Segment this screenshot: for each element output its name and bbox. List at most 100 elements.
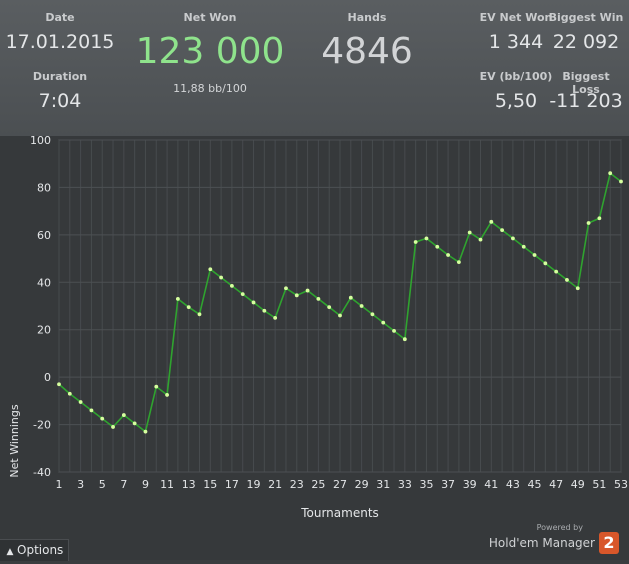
data-point	[165, 393, 169, 397]
y-tick-label: 0	[44, 371, 51, 384]
data-point	[305, 288, 310, 293]
data-point	[554, 269, 559, 274]
data-point	[532, 253, 537, 257]
data-point	[208, 267, 213, 272]
data-point	[327, 305, 332, 310]
x-tick-label: 17	[225, 478, 239, 491]
data-point	[154, 384, 159, 389]
x-tick-label: 47	[549, 478, 563, 491]
x-tick-label: 31	[376, 478, 390, 491]
x-tick-label: 1	[56, 478, 63, 491]
y-axis-title: Net Winnings	[8, 404, 21, 477]
data-point	[57, 382, 61, 387]
x-tick-label: 27	[333, 478, 347, 491]
data-point	[67, 391, 72, 396]
data-point	[543, 261, 548, 266]
data-point	[359, 304, 364, 308]
y-tick-label: 40	[37, 276, 51, 289]
data-point	[348, 295, 353, 300]
date-label: Date	[45, 11, 75, 24]
data-point	[251, 300, 256, 305]
x-tick-label: 41	[484, 478, 498, 491]
data-point	[478, 237, 483, 242]
x-axis-title: Tournaments	[300, 506, 379, 520]
x-tick-label: 35	[419, 478, 433, 491]
x-tick-label: 5	[99, 478, 106, 491]
data-point	[121, 413, 126, 417]
x-tick-label: 33	[398, 478, 412, 491]
x-tick-label: 45	[528, 478, 542, 491]
data-point	[197, 312, 202, 317]
ev-bb100-value: 5,50	[494, 90, 538, 112]
y-axis-ticks: -40 -20 0 20 40 60 80 100	[30, 134, 51, 479]
duration-value: 7:04	[38, 90, 82, 112]
x-tick-label: 9	[142, 478, 149, 491]
data-point	[273, 315, 278, 320]
data-point	[338, 313, 342, 318]
net-winnings-chart: -40-20020406080100 1 3 5 7 9 11 13 15 17 19 21 23 25…	[8, 134, 629, 520]
date-value: 17.01.2015	[5, 31, 115, 53]
biggest-win-value: 22 092	[552, 31, 620, 53]
data-point	[424, 236, 429, 241]
data-point	[100, 416, 105, 421]
data-point	[240, 292, 245, 297]
biggest-win-label: Biggest Win	[548, 11, 624, 24]
x-tick-label: 49	[571, 478, 585, 491]
x-tick-label: 23	[290, 478, 304, 491]
data-point	[219, 275, 224, 280]
x-tick-label: 53	[614, 478, 628, 491]
data-point	[608, 171, 613, 176]
ev-net-won-value: 1 344	[488, 31, 544, 53]
data-point	[230, 283, 234, 288]
x-tick-label: 15	[203, 478, 217, 491]
data-point	[78, 400, 83, 404]
brand-name: Hold'em Manager	[488, 536, 595, 550]
data-point	[132, 421, 137, 426]
data-point	[370, 312, 375, 317]
x-tick-label: 51	[592, 478, 606, 491]
x-tick-label: 37	[441, 478, 455, 491]
y-tick-label: 20	[37, 324, 51, 337]
brand-logo: Powered by Hold'em Manager 2	[489, 523, 619, 554]
ev-bb100-label: EV (bb/100)	[479, 70, 553, 83]
y-tick-label: 80	[37, 181, 51, 194]
data-point	[435, 244, 440, 249]
y-tick-label: -40	[33, 466, 51, 479]
data-point	[316, 296, 321, 301]
data-point	[597, 216, 602, 221]
chart-area: -40 -20 0 20 40 60 80 100 1 3 5 7 9 11 13 15 17 19 21 23 25…	[0, 134, 629, 560]
powered-by-text: Powered by	[536, 523, 583, 532]
x-axis-ticks: 1 3 5 7 9 11 13 15 17 19 21 23 25 27 29 31 33 35 37 39 41 43 4…	[56, 478, 629, 491]
y-tick-label: 100	[30, 136, 51, 147]
stats-panel: Date 17.01.2015 Duration 7:04 Net Won 12…	[0, 0, 629, 136]
data-point	[175, 296, 180, 301]
data-point	[186, 305, 191, 310]
x-tick-label: 7	[120, 478, 127, 491]
net-won-value: 123 000	[135, 31, 285, 72]
options-label: Options	[17, 543, 64, 557]
x-tick-label: 13	[182, 478, 196, 491]
data-point	[500, 228, 505, 233]
data-point	[565, 278, 569, 282]
hands-value: 4846	[321, 31, 413, 72]
data-point	[489, 219, 494, 224]
x-tick-label: 19	[247, 478, 261, 491]
net-won-bb100: 11,88 bb/100	[173, 82, 247, 95]
ev-net-won-label: EV Net Won	[479, 11, 553, 24]
brand-version-badge: 2	[599, 532, 619, 554]
data-point	[586, 221, 591, 225]
x-tick-label: 39	[463, 478, 477, 491]
data-point	[381, 320, 386, 325]
y-tick-label: -20	[33, 419, 51, 432]
data-point	[294, 293, 299, 298]
data-point	[413, 240, 418, 244]
options-button[interactable]: ▲ Options	[0, 539, 69, 561]
chart-grid	[58, 139, 622, 473]
data-point	[619, 179, 623, 184]
data-point	[456, 260, 461, 265]
data-point	[143, 429, 148, 434]
x-tick-label: 3	[77, 478, 84, 491]
data-point	[89, 408, 94, 413]
hands-label: Hands	[347, 11, 387, 24]
data-point	[111, 425, 115, 429]
